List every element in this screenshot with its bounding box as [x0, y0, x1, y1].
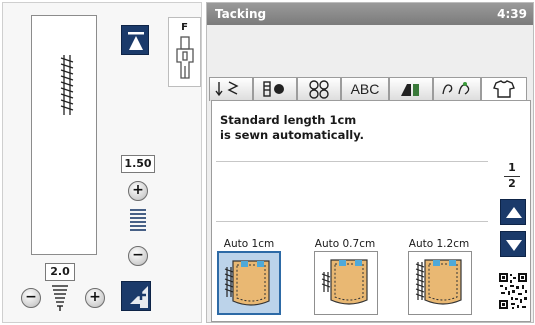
page-total: 2	[508, 177, 516, 190]
info-message: Standard length 1cm is sewn automaticall…	[220, 113, 460, 143]
pattern-selection-panel: Tacking 4:39 ABC Standard length 1cm is …	[206, 2, 534, 323]
title-bar: Tacking 4:39	[207, 3, 533, 25]
length-increase-button[interactable]: +	[85, 288, 105, 308]
pattern-label-auto-0-7cm: Auto 0.7cm	[314, 238, 376, 250]
arrow-down-icon	[506, 240, 522, 251]
garment-icon	[493, 80, 515, 98]
pattern-label-auto-1cm: Auto 1cm	[223, 238, 275, 250]
quilt-icon	[401, 84, 419, 96]
divider	[216, 221, 488, 222]
width-decrease-button[interactable]: −	[128, 246, 148, 266]
pattern-auto-1-2cm[interactable]	[408, 251, 472, 315]
flip-vertical-icon	[128, 32, 144, 50]
width-increase-button[interactable]: +	[128, 181, 148, 201]
clock: 4:39	[497, 7, 527, 21]
stitch-width-value: 1.50	[121, 155, 155, 173]
pattern-edit-icon	[126, 286, 148, 308]
stitch-length-value: 2.0	[45, 263, 75, 281]
length-decrease-button[interactable]: −	[21, 288, 41, 308]
tab-utility-stitches[interactable]	[209, 77, 253, 101]
category-tabs: ABC	[209, 77, 531, 103]
tacking-pocket-icon	[224, 260, 270, 306]
page-title: Tacking	[215, 7, 267, 21]
page-up-button[interactable]	[500, 199, 526, 225]
memory-button[interactable]	[121, 281, 151, 311]
page-down-button[interactable]	[500, 231, 526, 257]
pattern-content-area: Standard length 1cm is sewn automaticall…	[211, 100, 531, 322]
arrow-up-icon	[506, 207, 522, 218]
presser-foot-letter: F	[181, 22, 188, 33]
applique-icon	[442, 82, 470, 95]
pattern-auto-0-7cm[interactable]	[314, 251, 378, 315]
pattern-label-auto-1-2cm: Auto 1.2cm	[408, 238, 470, 250]
tacking-pocket-icon	[415, 259, 462, 305]
tab-decorative-stitches[interactable]	[297, 77, 341, 101]
tab-quilting[interactable]	[389, 77, 433, 101]
tab-applique[interactable]	[433, 77, 481, 101]
presser-foot-indicator: F	[168, 17, 201, 87]
tacking-pocket-icon	[321, 259, 368, 305]
mirror-reverse-button[interactable]	[121, 25, 149, 55]
buttonhole-icon	[263, 81, 284, 97]
utility-stitch-icon	[215, 81, 239, 97]
tab-alphabet[interactable]: ABC	[341, 77, 389, 101]
pattern-auto-1cm[interactable]	[217, 251, 281, 315]
decorative-stitch-icon	[309, 80, 329, 99]
stitch-preview	[31, 15, 97, 255]
qr-code-icon[interactable]	[498, 271, 528, 311]
info-line-2: is sewn automatically.	[220, 128, 365, 142]
tacking-stitch-preview-icon	[60, 55, 74, 115]
stitch-length-icon	[52, 285, 68, 311]
tab-buttonholes[interactable]	[253, 77, 297, 101]
page-current: 1	[508, 161, 516, 174]
presser-foot-icon	[176, 36, 194, 79]
info-line-1: Standard length 1cm	[220, 113, 357, 127]
stitch-width-icon	[130, 209, 146, 231]
divider	[216, 161, 488, 162]
stitch-settings-panel: F 1.50 + − 2.0 − +	[2, 2, 202, 323]
